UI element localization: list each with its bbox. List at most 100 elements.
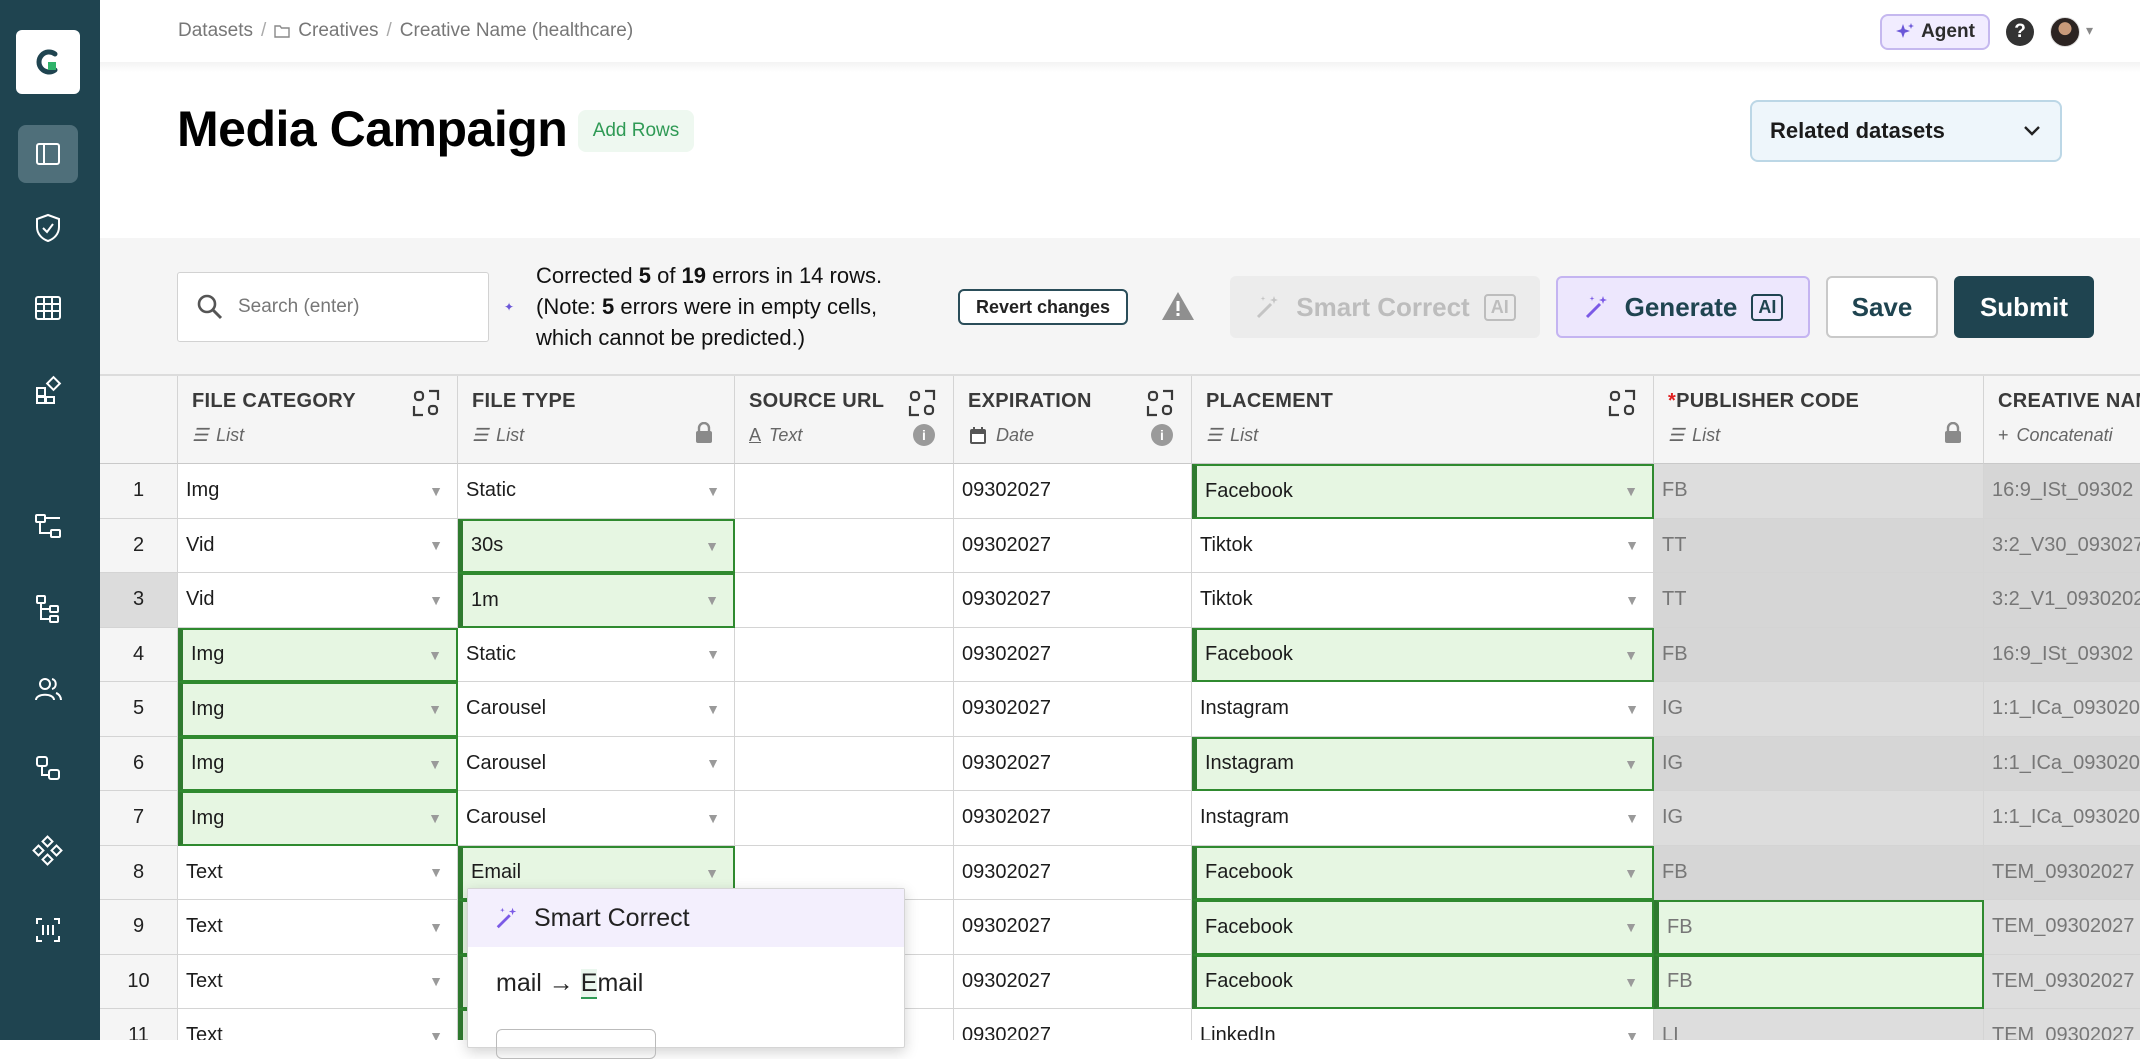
help-icon[interactable]: ? xyxy=(2006,18,2034,46)
cell-publisher-code[interactable]: FB xyxy=(1654,900,1984,955)
generate-button[interactable]: Generate AI xyxy=(1556,276,1810,338)
cell-expiration[interactable]: 09302027 xyxy=(954,954,1192,1009)
cell-expiration[interactable]: 09302027 xyxy=(954,845,1192,900)
cell-placement[interactable]: Instagram ▼ xyxy=(1192,791,1654,846)
column-header-placement[interactable]: PLACEMENT ☰ List xyxy=(1192,376,1654,464)
dropdown-caret-icon[interactable]: ▼ xyxy=(706,483,720,499)
cell-expiration[interactable]: 09302027 xyxy=(954,573,1192,628)
avatar[interactable] xyxy=(2050,17,2080,47)
dropdown-caret-icon[interactable]: ▼ xyxy=(429,592,443,608)
cell-file-category[interactable]: Img ▼ xyxy=(178,627,458,682)
connections-icon[interactable] xyxy=(18,739,78,797)
cell-source-url[interactable] xyxy=(735,736,954,791)
dropdown-caret-icon[interactable]: ▼ xyxy=(1625,537,1639,553)
cell-file-category[interactable]: Text ▼ xyxy=(178,1009,458,1040)
smart-column-icon[interactable] xyxy=(1145,388,1175,418)
dropdown-caret-icon[interactable]: ▼ xyxy=(428,810,442,826)
cell-file-type[interactable]: Carousel ▼ xyxy=(458,791,735,846)
dropdown-caret-icon[interactable]: ▼ xyxy=(705,538,719,554)
agent-button[interactable]: Agent xyxy=(1880,14,1990,50)
cell-file-type[interactable]: 30s ▼ xyxy=(458,518,735,573)
shield-check-icon[interactable] xyxy=(18,199,78,257)
cell-expiration[interactable]: 09302027 xyxy=(954,627,1192,682)
cell-file-category[interactable]: Vid ▼ xyxy=(178,518,458,573)
column-header-expiration[interactable]: EXPIRATION Date i xyxy=(954,376,1192,464)
users-icon[interactable] xyxy=(18,660,78,718)
dropdown-caret-icon[interactable]: ▼ xyxy=(706,755,720,771)
info-icon[interactable]: i xyxy=(913,424,935,446)
cell-placement[interactable]: LinkedIn ▼ xyxy=(1192,1009,1654,1040)
cell-file-category[interactable]: Img ▼ xyxy=(178,682,458,737)
cell-placement[interactable]: Facebook ▼ xyxy=(1192,900,1654,955)
cell-file-category[interactable]: Img ▼ xyxy=(178,464,458,519)
breadcrumb-datasets[interactable]: Datasets xyxy=(178,20,253,42)
dropdown-caret-icon[interactable]: ▼ xyxy=(1624,919,1638,935)
cell-file-type[interactable]: Static ▼ xyxy=(458,464,735,519)
dropdown-caret-icon[interactable]: ▼ xyxy=(429,483,443,499)
dropdown-caret-icon[interactable]: ▼ xyxy=(1624,756,1638,772)
diamond-grid-icon[interactable] xyxy=(18,822,78,880)
cell-file-type[interactable]: Static ▼ xyxy=(458,627,735,682)
cell-source-url[interactable] xyxy=(735,573,954,628)
cell-placement[interactable]: Facebook ▼ xyxy=(1192,464,1654,519)
dropdown-caret-icon[interactable]: ▼ xyxy=(428,701,442,717)
dropdown-caret-icon[interactable]: ▼ xyxy=(706,646,720,662)
cell-source-url[interactable] xyxy=(735,682,954,737)
dropdown-caret-icon[interactable]: ▼ xyxy=(1625,810,1639,826)
cell-file-category[interactable]: Text ▼ xyxy=(178,900,458,955)
hierarchy-icon[interactable] xyxy=(18,579,78,637)
cell-expiration[interactable]: 09302027 xyxy=(954,682,1192,737)
dropdown-caret-icon[interactable]: ▼ xyxy=(1625,592,1639,608)
smart-column-icon[interactable] xyxy=(1607,388,1637,418)
cell-file-type[interactable]: Carousel ▼ xyxy=(458,682,735,737)
smart-column-icon[interactable] xyxy=(907,388,937,418)
scan-icon[interactable] xyxy=(18,901,78,959)
cell-file-type[interactable]: Carousel ▼ xyxy=(458,736,735,791)
cell-publisher-code[interactable]: FB xyxy=(1654,954,1984,1009)
cell-placement[interactable]: Tiktok ▼ xyxy=(1192,518,1654,573)
table-icon[interactable] xyxy=(18,279,78,337)
revert-changes-button[interactable]: Revert changes xyxy=(958,289,1128,325)
dropdown-caret-icon[interactable]: ▼ xyxy=(429,919,443,935)
sidebar-toggle-icon[interactable] xyxy=(18,125,78,183)
cell-expiration[interactable]: 09302027 xyxy=(954,736,1192,791)
cell-file-category[interactable]: Img ▼ xyxy=(178,736,458,791)
add-rows-button[interactable]: Add Rows xyxy=(578,110,694,152)
info-icon[interactable]: i xyxy=(1151,424,1173,446)
cell-expiration[interactable]: 09302027 xyxy=(954,791,1192,846)
dropdown-caret-icon[interactable]: ▼ xyxy=(429,1028,443,1040)
cell-placement[interactable]: Tiktok ▼ xyxy=(1192,573,1654,628)
cell-file-type[interactable]: 1m ▼ xyxy=(458,573,735,628)
dropdown-caret-icon[interactable]: ▼ xyxy=(1624,974,1638,990)
dropdown-caret-icon[interactable]: ▼ xyxy=(1624,647,1638,663)
cell-placement[interactable]: Facebook ▼ xyxy=(1192,845,1654,900)
dropdown-caret-icon[interactable]: ▼ xyxy=(705,865,719,881)
dropdown-caret-icon[interactable]: ▼ xyxy=(1625,1028,1639,1040)
cell-source-url[interactable] xyxy=(735,791,954,846)
column-header-file-type[interactable]: FILE TYPE ☰ List xyxy=(458,376,735,464)
cell-placement[interactable]: Instagram ▼ xyxy=(1192,682,1654,737)
save-button[interactable]: Save xyxy=(1826,276,1938,338)
column-header-publisher-code[interactable]: *PUBLISHER CODE ☰ List xyxy=(1654,376,1984,464)
cell-file-category[interactable]: Img ▼ xyxy=(178,791,458,846)
dropdown-caret-icon[interactable]: ▼ xyxy=(705,592,719,608)
cell-expiration[interactable]: 09302027 xyxy=(954,1009,1192,1040)
dropdown-caret-icon[interactable]: ▼ xyxy=(429,973,443,989)
dropdown-caret-icon[interactable]: ▼ xyxy=(706,810,720,826)
cell-expiration[interactable]: 09302027 xyxy=(954,518,1192,573)
cell-placement[interactable]: Instagram ▼ xyxy=(1192,736,1654,791)
related-datasets-dropdown[interactable]: Related datasets xyxy=(1750,100,2062,162)
search-input[interactable] xyxy=(238,296,468,318)
cell-source-url[interactable] xyxy=(735,627,954,682)
search-field[interactable] xyxy=(177,272,489,342)
app-logo[interactable] xyxy=(16,30,80,94)
dropdown-caret-icon[interactable]: ▼ xyxy=(429,864,443,880)
dropdown-caret-icon[interactable]: ▼ xyxy=(1624,865,1638,881)
cell-file-category[interactable]: Vid ▼ xyxy=(178,573,458,628)
submit-button[interactable]: Submit xyxy=(1954,276,2094,338)
cell-placement[interactable]: Facebook ▼ xyxy=(1192,627,1654,682)
column-header-file-category[interactable]: FILE CATEGORY ☰ List xyxy=(178,376,458,464)
correction-suggestion[interactable]: mail → Email xyxy=(468,947,904,999)
workflow-icon[interactable] xyxy=(18,497,78,555)
dropdown-caret-icon[interactable]: ▼ xyxy=(428,647,442,663)
